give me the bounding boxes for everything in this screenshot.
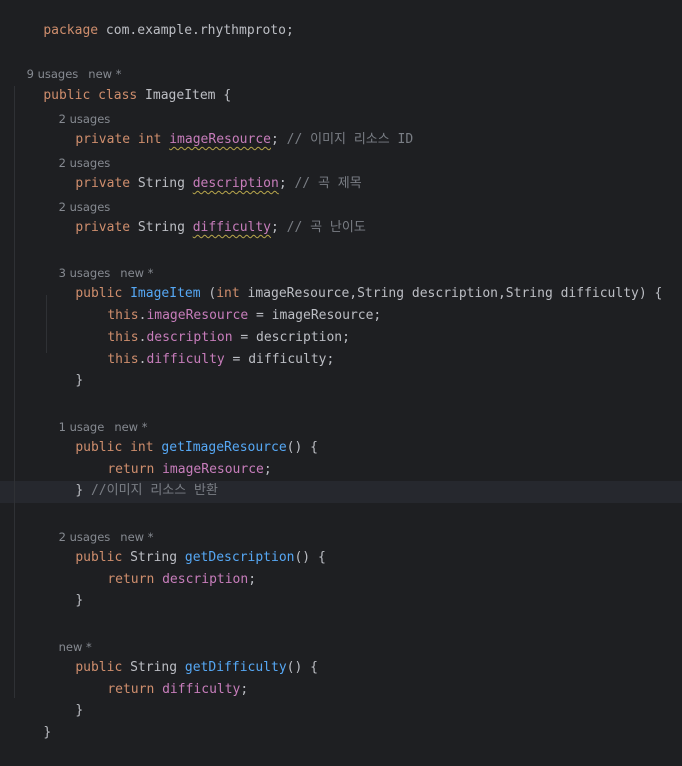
inlay-hint-method[interactable]: 2 usages new * (44, 504, 682, 544)
inlay-hint-field[interactable]: 2 usages (44, 174, 682, 214)
code-line-method-decl[interactable]: public int getImageResource() { (44, 415, 682, 455)
closing-brace: } (75, 593, 84, 608)
code-line-constructor-decl[interactable]: public ImageItem (int imageResource,Stri… (44, 261, 682, 301)
inlay-hint-method[interactable]: new * (44, 614, 682, 654)
inlay-hint-field[interactable]: 2 usages (44, 130, 682, 170)
inlay-hint-class[interactable]: 9 usages new * (12, 41, 682, 81)
semicolon: ; (271, 220, 279, 235)
closing-brace: } (75, 483, 84, 498)
inlay-hint-field[interactable]: 2 usages (44, 86, 682, 126)
comment: // 곡 난이도 (278, 220, 366, 235)
code-line-assignment[interactable]: this.imageResource = imageResource; (76, 283, 682, 323)
closing-brace: } (75, 373, 84, 388)
code-line-brace[interactable]: } (44, 678, 682, 718)
code-line-field[interactable]: private String difficulty; // 곡 난이도 (44, 195, 682, 235)
keyword: private (75, 220, 131, 235)
code-line-field[interactable]: private int imageResource; // 이미지 리소스 ID (44, 107, 682, 147)
package-name: com.example.rhythmproto; (98, 23, 294, 38)
code-line-brace[interactable]: } //이미지 리소스 반환 (44, 458, 682, 498)
type: String (130, 220, 193, 235)
comment: //이미지 리소스 반환 (83, 483, 218, 498)
code-editor[interactable]: package com.example.rhythmproto; 9 usage… (0, 0, 682, 740)
keyword: package (43, 23, 99, 38)
code-line-method-decl[interactable]: public String getDescription() { (44, 525, 682, 565)
inlay-hint-constructor[interactable]: 3 usages new * (44, 240, 682, 280)
code-line-package[interactable]: package com.example.rhythmproto; (12, 0, 682, 38)
inlay-hint-method[interactable]: 1 usage new * (44, 394, 682, 434)
code-line-class-decl[interactable]: public class ImageItem { (12, 63, 682, 103)
field-name: difficulty (192, 220, 272, 235)
code-line-class-close[interactable]: } (12, 700, 682, 740)
code-line-assignment[interactable]: this.description = description; (76, 305, 682, 345)
code-line-brace[interactable]: } (44, 568, 682, 608)
code-line-method-decl[interactable]: public String getDifficulty() { (44, 635, 682, 675)
code-line-return[interactable]: return difficulty; (76, 657, 682, 697)
code-line-return[interactable]: return imageResource; (76, 437, 682, 477)
code-line-assignment[interactable]: this.difficulty = difficulty; (76, 327, 682, 367)
indent-guide (14, 86, 15, 698)
code-line-field[interactable]: private String description; // 곡 제목 (44, 151, 682, 191)
closing-brace: } (43, 725, 52, 740)
code-line-return[interactable]: return description; (76, 547, 682, 587)
code-line-brace[interactable]: } (44, 348, 682, 388)
